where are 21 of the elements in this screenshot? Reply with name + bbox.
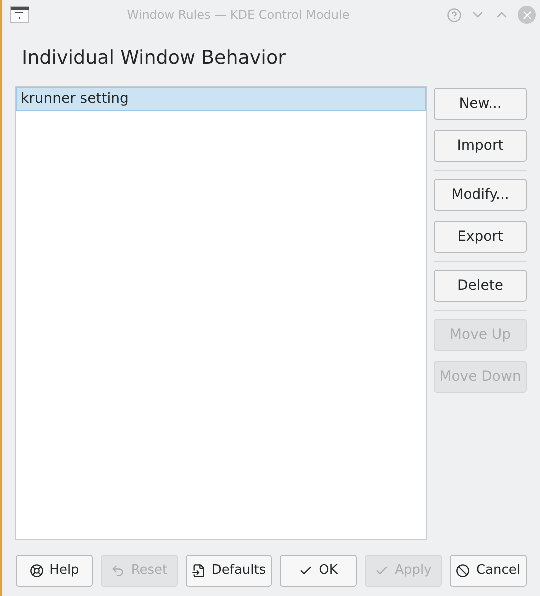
window-icon [10,5,30,25]
document-icon [192,564,206,578]
close-button[interactable] [518,6,536,24]
help-icon[interactable] [447,8,462,22]
close-icon [520,8,534,22]
window-title: Window Rules — KDE Control Module [126,7,351,24]
side-button[interactable]: Import [434,130,527,162]
cancel-icon [456,564,470,578]
side-button[interactable]: New... [434,88,527,120]
side-button[interactable]: Delete [434,270,527,302]
dialog-button[interactable]: Defaults [186,555,272,587]
dialog-button[interactable]: Cancel [450,555,527,587]
rules-list[interactable]: krunner setting [15,86,427,540]
undo-icon [111,564,126,578]
page-heading: Individual Window Behavior [22,46,286,71]
side-button[interactable]: Export [434,221,527,253]
dialog-button[interactable]: OK [280,555,357,587]
list-item[interactable]: krunner setting [16,87,426,111]
help-icon [30,564,44,578]
dialog-button[interactable]: Help [16,555,93,587]
side-button[interactable]: Modify... [434,179,527,211]
